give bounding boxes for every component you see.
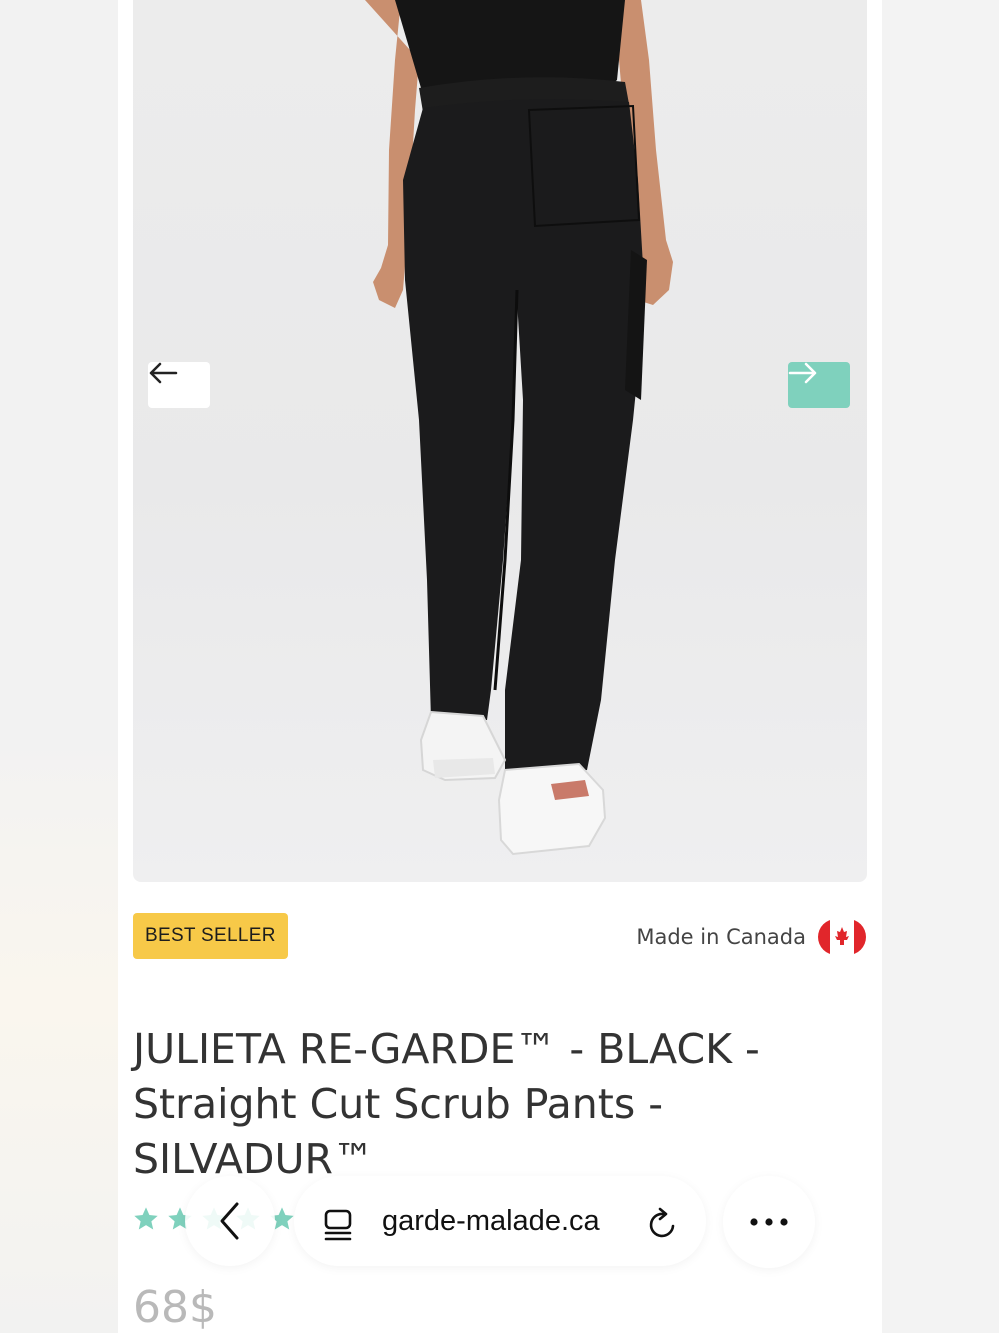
browser-back-button[interactable] xyxy=(185,1176,275,1266)
canada-flag-icon xyxy=(818,919,866,955)
left-backdrop xyxy=(0,0,118,1333)
made-in-label: Made in Canada xyxy=(636,925,806,949)
previous-image-button[interactable] xyxy=(148,362,210,408)
chevron-left-icon xyxy=(220,1202,239,1240)
arrow-left-icon xyxy=(149,362,178,384)
more-options-button[interactable] xyxy=(723,1176,815,1268)
product-page: BEST SELLER Made in Canada JULIETA RE-GA… xyxy=(118,0,882,1333)
more-icon xyxy=(750,1218,788,1226)
browser-toolbar: garde-malade.ca xyxy=(0,1168,999,1278)
arrow-right-icon xyxy=(788,362,817,384)
tabs-icon xyxy=(324,1209,352,1241)
made-in-canada: Made in Canada xyxy=(636,918,866,956)
best-seller-badge: BEST SELLER xyxy=(133,913,288,959)
right-backdrop xyxy=(881,0,999,1333)
reload-icon[interactable] xyxy=(647,1207,679,1241)
product-image-gallery[interactable] xyxy=(133,0,867,882)
url-text: garde-malade.ca xyxy=(382,1205,600,1237)
product-title: JULIETA RE-GARDE™ - BLACK - Straight Cut… xyxy=(133,1025,760,1183)
product-price: 68$ xyxy=(133,1282,217,1333)
product-photo xyxy=(365,0,673,856)
address-bar[interactable]: garde-malade.ca xyxy=(294,1176,706,1266)
next-image-button[interactable] xyxy=(788,362,850,408)
